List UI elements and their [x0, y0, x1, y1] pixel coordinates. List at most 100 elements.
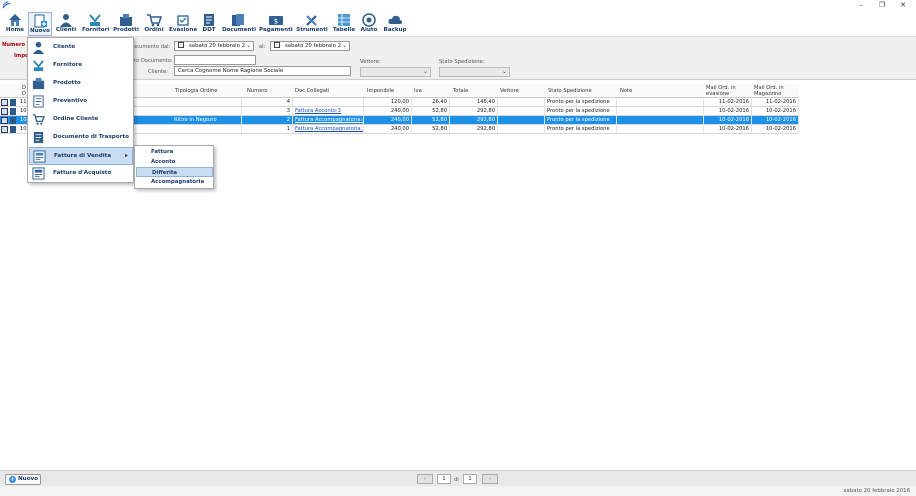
- toolbar-prodotti-button[interactable]: Prodotti: [113, 12, 139, 36]
- transport-document-icon: [33, 131, 44, 144]
- col-header-tipologia[interactable]: Tipologia Ordine: [175, 88, 217, 94]
- status-bar: sabato 20 febbraio 2016: [0, 486, 916, 496]
- table-cell-doc[interactable]: Fattura Acconto:3: [293, 107, 364, 116]
- title-bar: – ❐ ✕: [0, 0, 916, 11]
- menu-item-fattura-acquisto[interactable]: Fattura d'Acquisto: [29, 165, 133, 183]
- date-to-checkbox[interactable]: [274, 42, 280, 48]
- toolbar-aiuto-button[interactable]: Aiuto: [359, 12, 379, 36]
- app-window: – ❐ ✕ Home Nuovo Clienti Fornitori Prodo…: [0, 0, 916, 496]
- table-cell-mail-mag: 10-02-2016: [752, 116, 799, 125]
- col-header-imponibile[interactable]: Imponibile: [367, 88, 394, 94]
- cliente-search-input[interactable]: Cerca Cognome Nome Ragione Sociale: [174, 66, 351, 76]
- menu-item-ordine-cliente[interactable]: Ordine Cliente: [29, 111, 133, 129]
- table-cell-totale: 292,80: [450, 125, 498, 134]
- page-number-input[interactable]: 1: [437, 474, 451, 484]
- table-cell-iva: 26,40: [412, 98, 450, 107]
- table-cell-doc: [293, 98, 364, 107]
- toolbar-strumenti-button[interactable]: Strumenti: [296, 12, 328, 36]
- vettore-select[interactable]: ⌄: [360, 67, 431, 77]
- col-header-doc-collegati[interactable]: Doc.Collegati: [295, 88, 330, 94]
- document-type-icon: [10, 99, 16, 106]
- numero-documento-input[interactable]: [174, 55, 256, 65]
- maximize-button[interactable]: ❐: [875, 0, 889, 11]
- table-cell-doc[interactable]: Fattura Accompagnatoria:4: [293, 116, 364, 125]
- prev-page-button[interactable]: ‹: [417, 474, 433, 484]
- table-cell-stato: Pronto per la spedizione: [545, 98, 617, 107]
- menu-item-preventivo[interactable]: Preventivo: [29, 93, 133, 111]
- toolbar-ordini-button[interactable]: Ordini: [142, 12, 166, 36]
- numero-documento-label: ro Documento:: [134, 58, 173, 64]
- nuovo-button[interactable]: + Nuovo: [5, 474, 41, 485]
- toolbar-tabelle-button[interactable]: Tabelle: [332, 12, 356, 36]
- print-icon[interactable]: [1, 99, 8, 106]
- close-button[interactable]: ✕: [896, 0, 910, 11]
- menu-item-documento-trasporto[interactable]: Documento di Trasporto: [29, 129, 133, 147]
- cloud-backup-icon: [388, 15, 403, 24]
- col-header-mail-evasione[interactable]: Mail Ord. in evasione: [706, 85, 750, 97]
- toolbar-pagamenti-button[interactable]: $ Pagamenti: [259, 12, 293, 36]
- new-document-icon: [34, 14, 47, 28]
- date-to-picker[interactable]: sabato 20 febbraio 2 ⌄: [270, 41, 350, 51]
- date-from-value: sabato 20 febbraio 2: [189, 43, 246, 49]
- toolbar-documenti-button[interactable]: Documenti: [222, 12, 256, 36]
- toolbar-home-button[interactable]: Home: [3, 12, 27, 36]
- toolbar-clienti-button[interactable]: Clienti: [54, 12, 78, 36]
- col-header-vettore[interactable]: Vettore: [500, 88, 519, 94]
- fulfillment-icon: [176, 15, 189, 26]
- toolbar-ddt-button[interactable]: DDT: [199, 12, 219, 36]
- table-cell-vettore: [498, 107, 545, 116]
- table-cell-note: [617, 107, 704, 116]
- table-cell-mail-ev: 10-02-2016: [704, 116, 752, 125]
- print-icon[interactable]: [1, 108, 8, 115]
- table-cell-note: [617, 98, 704, 107]
- col-header-totale[interactable]: Totale: [453, 88, 468, 94]
- table-cell-imponibile: 240,00: [364, 116, 412, 125]
- submenu-item-acconto[interactable]: Acconto: [136, 157, 213, 167]
- svg-text:$: $: [273, 18, 277, 26]
- col-header-stato-spedizione[interactable]: Stato Spedizione: [548, 88, 592, 94]
- products-icon: [120, 14, 132, 26]
- col-header-d2[interactable]: D: [22, 91, 26, 97]
- documents-icon: [232, 14, 244, 26]
- date-from-checkbox[interactable]: [178, 42, 184, 48]
- toolbar-nuovo-button[interactable]: Nuovo: [28, 12, 52, 36]
- linked-document-link[interactable]: Fattura Acconto:3: [295, 108, 341, 114]
- print-icon[interactable]: [1, 117, 8, 124]
- supplier-icon: [33, 60, 44, 72]
- col-header-note[interactable]: Note: [620, 88, 632, 94]
- table-cell-iva: 52,80: [412, 125, 450, 134]
- nuovo-button-label: Nuovo: [18, 476, 38, 482]
- main-toolbar: Home Nuovo Clienti Fornitori Prodotti Or…: [0, 11, 916, 37]
- submenu-item-accompagnatoria[interactable]: Accompagnatoria: [136, 177, 213, 187]
- table-cell-numero: 1: [244, 125, 293, 134]
- submenu-item-differita[interactable]: Differita: [136, 167, 213, 177]
- toolbar-fornitori-button[interactable]: Fornitori: [82, 12, 109, 36]
- stato-spedizione-select[interactable]: ⌄: [439, 67, 510, 77]
- col-header-iva[interactable]: Iva: [414, 88, 422, 94]
- next-page-button[interactable]: ›: [482, 474, 498, 484]
- menu-item-cliente[interactable]: Cliente: [29, 39, 133, 57]
- linked-document-link[interactable]: Fattura Accompagnatoria:4: [295, 117, 363, 123]
- date-from-picker[interactable]: sabato 20 febbraio 2 ⌄: [174, 41, 254, 51]
- table-cell-stato: Pronto per la spedizione: [545, 107, 617, 116]
- menu-item-prodotto[interactable]: Prodotto: [29, 75, 133, 93]
- submenu-arrow-icon: ▸: [124, 152, 128, 159]
- linked-document-link[interactable]: Fattura Accompagnatoria:5: [295, 126, 363, 132]
- table-cell-tipologia: [172, 107, 242, 116]
- submenu-item-fattura[interactable]: Fattura: [136, 147, 213, 157]
- toolbar-evasione-button[interactable]: Evasione: [169, 12, 197, 36]
- minimize-button[interactable]: –: [854, 0, 868, 11]
- col-header-mail-magazzino[interactable]: Mail Ord. in Magazzino: [754, 85, 798, 97]
- toolbar-backup-button[interactable]: Backup: [383, 12, 407, 36]
- table-cell-tipologia: [172, 98, 242, 107]
- table-cell-numero: 3: [244, 107, 293, 116]
- menu-item-fattura-vendita[interactable]: Fattura di Vendita ▸: [29, 147, 133, 165]
- menu-item-fornitore[interactable]: Fornitore: [29, 57, 133, 75]
- col-header-numero[interactable]: Numero: [247, 88, 268, 94]
- table-cell-stato: Pronto per la spedizione: [545, 116, 617, 125]
- chevron-down-icon: ⌄: [245, 42, 251, 49]
- table-cell-doc[interactable]: Fattura Accompagnatoria:5: [293, 125, 364, 134]
- chevron-down-icon: ⌄: [341, 42, 347, 49]
- table-cell-iva: 52,80: [412, 107, 450, 116]
- print-icon[interactable]: [1, 126, 8, 133]
